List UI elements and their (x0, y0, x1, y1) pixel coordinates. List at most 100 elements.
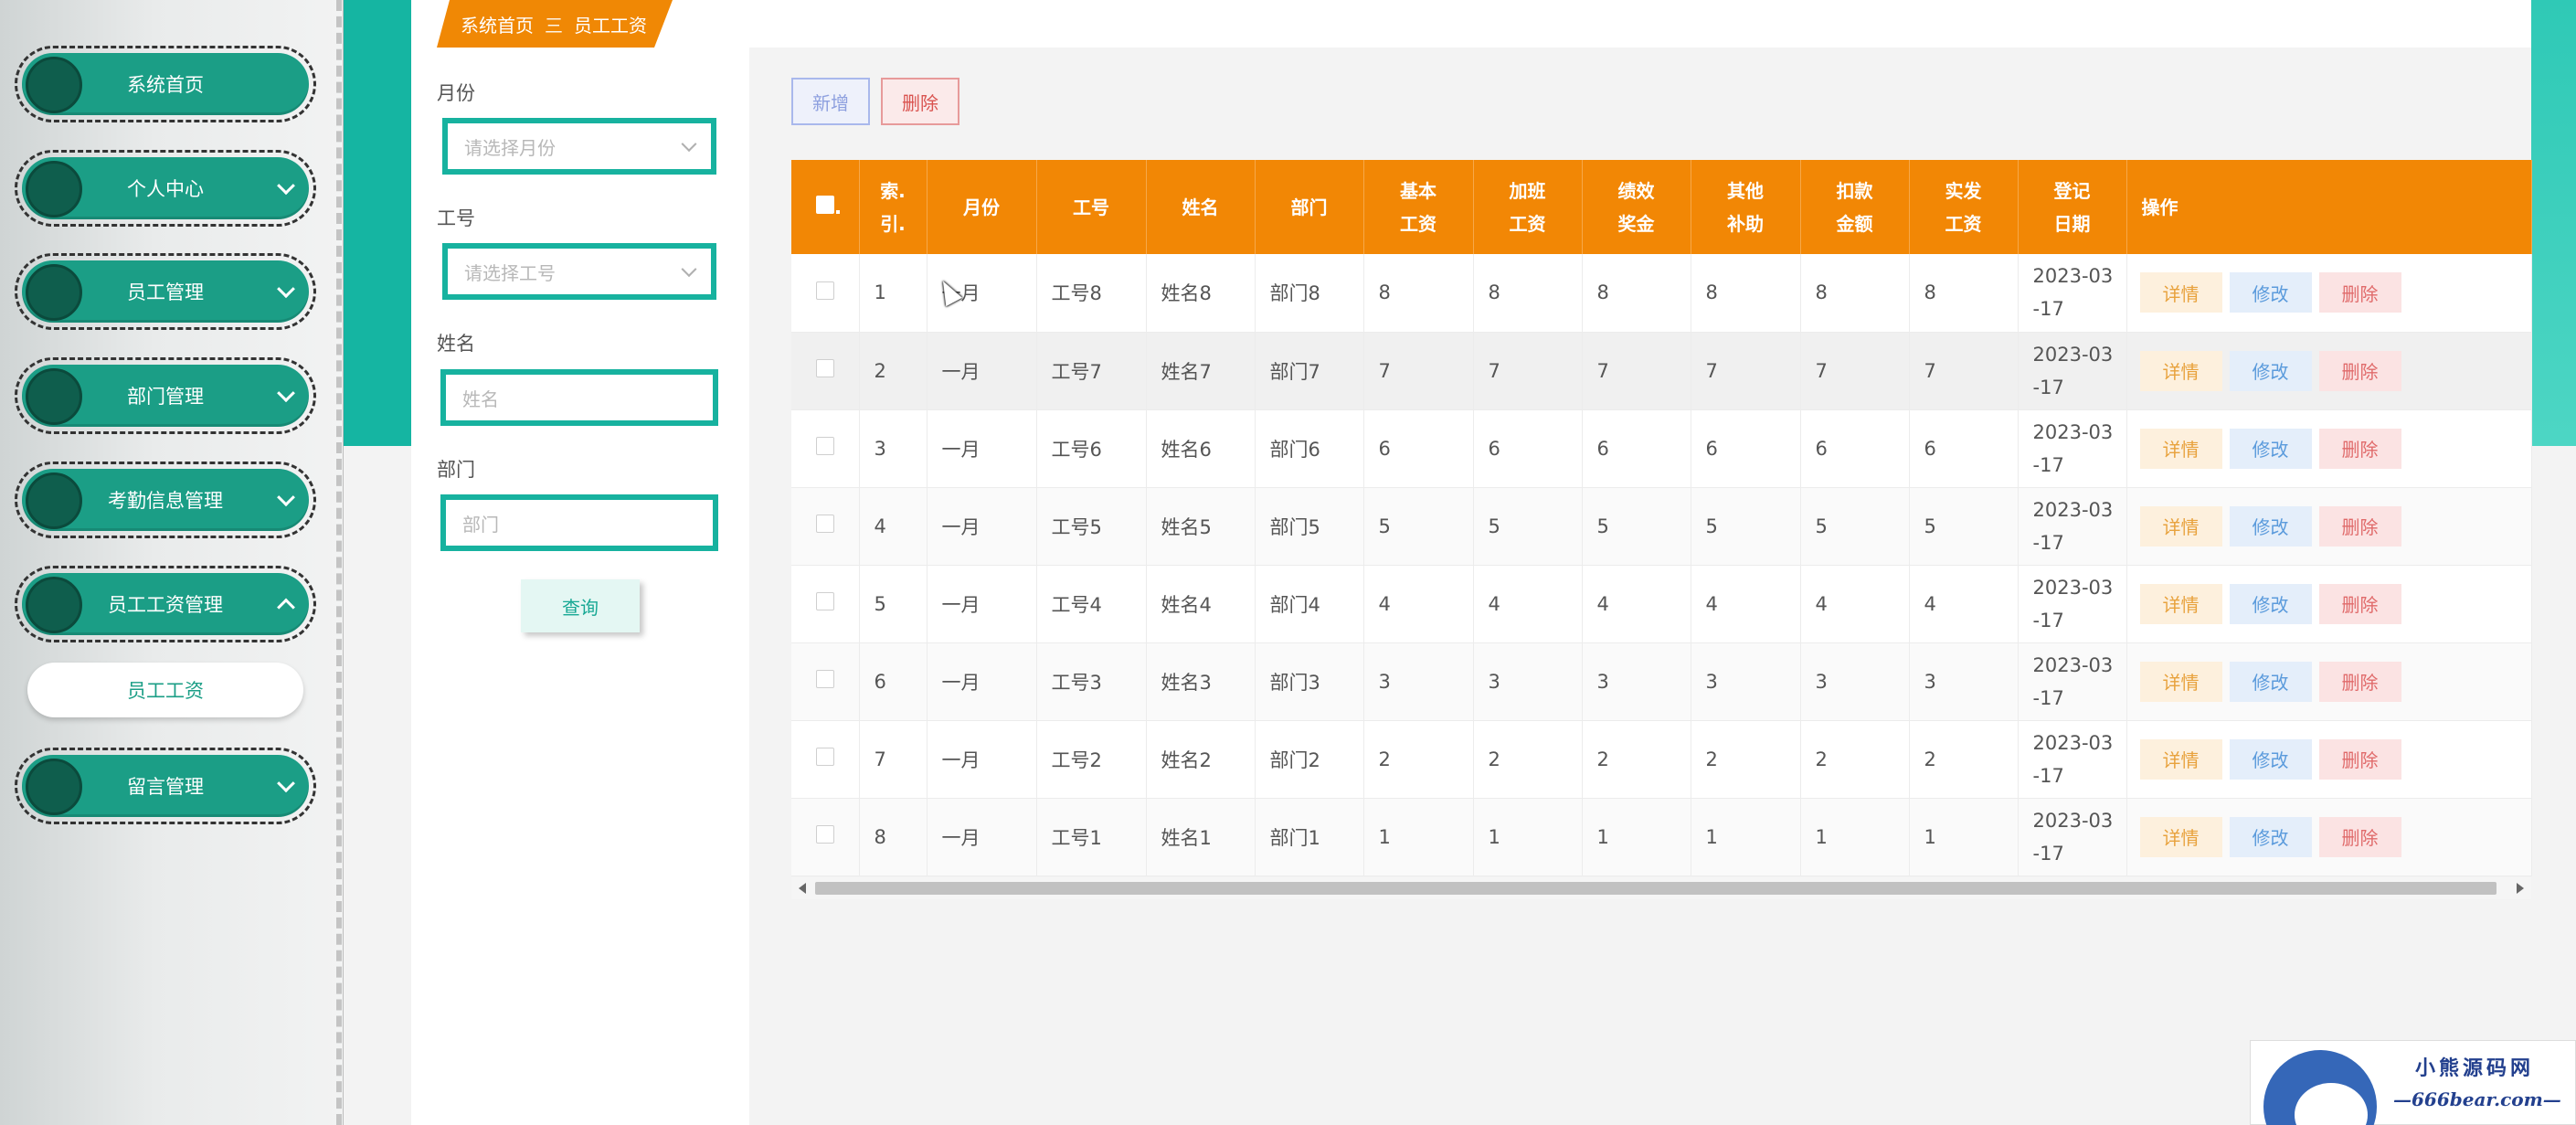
cell-bonus: 7 (1582, 332, 1691, 410)
cell-overtime: 8 (1473, 254, 1583, 333)
row-checkbox[interactable] (791, 798, 860, 876)
cell-deduct: 8 (1800, 254, 1910, 333)
cell-index: 2 (859, 332, 928, 410)
sidebar-item-message-management[interactable]: 留言管理 (15, 748, 316, 824)
cell-date-text: 2023-03 -17 (2032, 343, 2114, 398)
cell-dept: 部门7 (1255, 332, 1364, 410)
sidebar-item-pill: 员工管理 (22, 260, 309, 323)
month-select[interactable]: 请选择月份 (442, 118, 716, 175)
delete-button[interactable]: 删除 (2318, 816, 2401, 857)
cell-dept: 部门5 (1255, 487, 1364, 566)
query-button[interactable]: 查询 (521, 579, 640, 632)
sidebar-item-personal-center[interactable]: 个人中心 (15, 150, 316, 227)
detail-button[interactable]: 详情 (2139, 816, 2222, 857)
cell-actions: 详情 修改 删除 (2126, 254, 2532, 333)
cell-date: 2023-03 -17 (2018, 798, 2127, 876)
cell-emp-no: 工号7 (1036, 332, 1147, 410)
col-header-date: 登记 日期 (2018, 160, 2127, 254)
sidebar-item-pill: 部门管理 (22, 365, 309, 427)
edit-button[interactable]: 修改 (2229, 272, 2312, 313)
watermark-title: 小熊源码网 (2415, 1056, 2535, 1080)
row-checkbox[interactable] (791, 720, 860, 799)
cell-dept: 部门8 (1255, 254, 1364, 333)
detail-button[interactable]: 详情 (2139, 583, 2222, 624)
col-header-base: 基本 工资 (1363, 160, 1474, 254)
row-checkbox[interactable] (791, 565, 860, 643)
menu-dot-icon (26, 264, 82, 321)
cell-overtime: 3 (1473, 642, 1583, 721)
cell-month: 一月 (927, 798, 1037, 876)
cell-dept: 部门4 (1255, 565, 1364, 643)
sidebar-item-attendance-management[interactable]: 考勤信息管理 (15, 462, 316, 538)
edit-button[interactable]: 修改 (2229, 428, 2312, 469)
sidebar-item-label: 个人中心 (127, 178, 204, 200)
row-checkbox[interactable] (791, 409, 860, 488)
menu-dot-icon (26, 759, 82, 815)
chevron-down-icon (277, 488, 295, 507)
edit-button[interactable]: 修改 (2229, 350, 2312, 391)
add-button[interactable]: 新增 (791, 78, 870, 125)
sidebar-subitem-employee-salary[interactable]: 员工工资 (27, 663, 303, 717)
cell-base: 2 (1363, 720, 1474, 799)
delete-button[interactable]: 删除 (2318, 583, 2401, 624)
edit-button[interactable]: 修改 (2229, 661, 2312, 702)
delete-button[interactable]: 删除 (2318, 272, 2401, 313)
detail-button[interactable]: 详情 (2139, 505, 2222, 547)
cell-base: 6 (1363, 409, 1474, 488)
name-input[interactable]: 姓名 (440, 369, 718, 426)
cell-date: 2023-03 -17 (2018, 487, 2127, 566)
detail-button[interactable]: 详情 (2139, 350, 2222, 391)
scrollbar-thumb[interactable] (815, 882, 2496, 895)
menu-dot-icon (26, 472, 82, 529)
sidebar-item-employee-management[interactable]: 员工管理 (15, 253, 316, 330)
checkbox-icon (815, 670, 834, 688)
dept-input[interactable]: 部门 (440, 494, 718, 551)
row-checkbox[interactable] (791, 332, 860, 410)
cell-name: 姓名3 (1146, 642, 1256, 721)
emp-no-select[interactable]: 请选择工号 (442, 243, 716, 300)
edit-button[interactable]: 修改 (2229, 738, 2312, 780)
cell-date-text: 2023-03 -17 (2032, 576, 2114, 631)
edit-button[interactable]: 修改 (2229, 505, 2312, 547)
detail-button[interactable]: 详情 (2139, 738, 2222, 780)
top-bar (411, 0, 2531, 48)
name-label: 姓名 (437, 333, 475, 355)
detail-button[interactable]: 详情 (2139, 428, 2222, 469)
cell-date-text: 2023-03 -17 (2032, 653, 2114, 709)
row-checkbox[interactable] (791, 642, 860, 721)
delete-button[interactable]: 删除 (2318, 428, 2401, 469)
scroll-left-arrow-icon[interactable] (799, 883, 806, 894)
cell-emp-no: 工号8 (1036, 254, 1147, 333)
sidebar-item-home[interactable]: 系统首页 (15, 46, 316, 122)
select-all-checkbox[interactable] (791, 160, 860, 254)
delete-button[interactable]: 删除 (2318, 738, 2401, 780)
row-checkbox[interactable] (791, 254, 860, 333)
name-input-placeholder: 姓名 (462, 387, 499, 410)
scroll-right-arrow-icon[interactable] (2517, 883, 2524, 894)
batch-delete-button[interactable]: 删除 (881, 78, 959, 125)
breadcrumb-home[interactable]: 系统首页 (461, 11, 534, 37)
delete-button[interactable]: 删除 (2318, 661, 2401, 702)
delete-button[interactable]: 删除 (2318, 505, 2401, 547)
cell-name: 姓名2 (1146, 720, 1256, 799)
table-row: 7 一月 工号2 姓名2 部门2 2 2 2 2 2 2 2023-03 -17 详情 修改 删除 (791, 720, 2532, 799)
cell-actions: 详情 修改 删除 (2126, 409, 2532, 488)
row-checkbox[interactable] (791, 487, 860, 566)
cell-index: 6 (859, 642, 928, 721)
cell-bonus: 1 (1582, 798, 1691, 876)
horizontal-scrollbar[interactable] (791, 877, 2531, 899)
cell-actual: 2 (1909, 720, 2019, 799)
edit-button[interactable]: 修改 (2229, 583, 2312, 624)
cell-emp-no: 工号3 (1036, 642, 1147, 721)
sidebar-item-salary-management[interactable]: 员工工资管理 (15, 566, 316, 642)
delete-button[interactable]: 删除 (2318, 350, 2401, 391)
sidebar-item-label: 考勤信息管理 (108, 490, 223, 512)
edit-button[interactable]: 修改 (2229, 816, 2312, 857)
sidebar-item-department-management[interactable]: 部门管理 (15, 357, 316, 434)
cell-index: 7 (859, 720, 928, 799)
cell-bonus: 5 (1582, 487, 1691, 566)
detail-button[interactable]: 详情 (2139, 661, 2222, 702)
cell-name: 姓名6 (1146, 409, 1256, 488)
detail-button[interactable]: 详情 (2139, 272, 2222, 313)
checkbox-icon (815, 359, 834, 377)
